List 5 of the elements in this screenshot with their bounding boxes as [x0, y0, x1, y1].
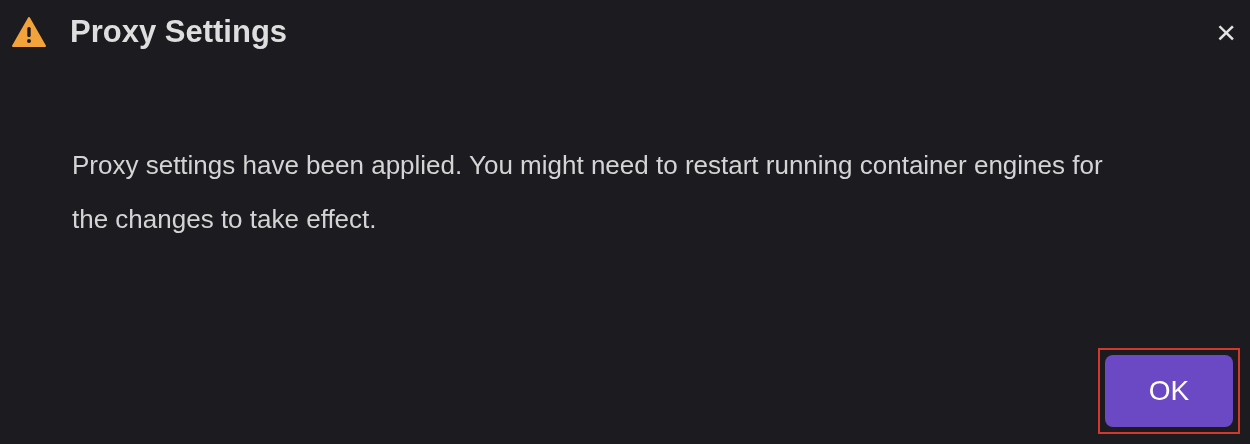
ok-button[interactable]: OK — [1105, 355, 1233, 427]
close-button[interactable]: × — [1212, 15, 1240, 49]
dialog-title: Proxy Settings — [70, 14, 289, 50]
dialog-message: Proxy settings have been applied. You might need to restart running container engines for the changes to take effect. — [72, 149, 1104, 236]
warning-icon — [12, 17, 46, 47]
